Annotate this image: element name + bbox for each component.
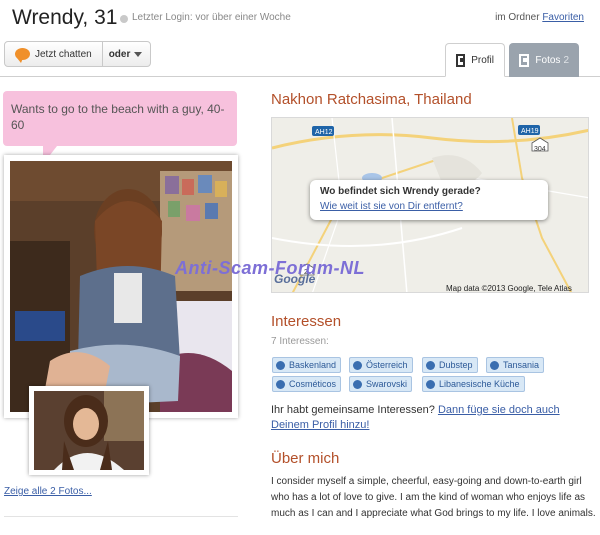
music-icon: [426, 360, 435, 370]
tab-profil-label: Profil: [471, 54, 494, 66]
thumbnail-photo[interactable]: [34, 391, 144, 470]
online-status-dot: [120, 15, 128, 23]
globe-icon: [490, 360, 499, 370]
oder-label: oder: [108, 48, 131, 60]
map-label-ah19: AH19: [521, 128, 539, 135]
interest-tag-baskenland[interactable]: Baskenland: [272, 357, 342, 373]
about-text: I consider myself a simple, cheerful, ea…: [271, 476, 596, 519]
tab-fotos-label: Fotos: [535, 54, 561, 66]
chat-bubble-icon: [15, 48, 30, 63]
distance-link[interactable]: Wie weit ist sie von Dir entfernt?: [320, 201, 463, 212]
tab-fotos[interactable]: Fotos 2: [509, 43, 579, 77]
last-login-text: Letzter Login: vor über einer Woche: [132, 12, 291, 23]
interest-tag-dubstep[interactable]: Dubstep: [422, 357, 478, 373]
chat-button-group: Jetzt chatten oder: [4, 41, 152, 67]
profile-card-icon: [456, 53, 466, 67]
interest-tag-swarovski[interactable]: Swarovski: [349, 376, 413, 392]
map-label-ah12: AH12: [315, 129, 333, 136]
main-profile-photo[interactable]: [10, 161, 232, 412]
globe-icon: [353, 360, 362, 370]
watermark-text: Anti-Scam-Forum-NL: [175, 258, 365, 278]
left-column-divider: [4, 516, 238, 517]
profile-name-age: Wrendy, 31: [12, 6, 118, 29]
interest-tag-label: Cosméticos: [289, 379, 337, 389]
map-copyright: Map data ©2013 Google, Tele Atlas: [446, 284, 572, 293]
interest-tag-label: Dubstep: [439, 360, 473, 370]
show-all-photos-link[interactable]: Zeige alle 2 Fotos...: [4, 486, 92, 497]
more-actions-dropdown[interactable]: oder: [103, 42, 151, 66]
chevron-down-icon: [134, 51, 143, 57]
common-interests-question: Ihr habt gemeinsame Interessen?: [271, 404, 435, 416]
map-label-304: 304: [534, 146, 546, 153]
interests-count: 7 Interessen:: [271, 336, 329, 347]
folder-prefix: im Ordner: [495, 12, 540, 23]
interest-tag-label: Baskenland: [289, 360, 337, 370]
favorites-link[interactable]: Favoriten: [542, 12, 584, 23]
tab-profil[interactable]: Profil: [445, 43, 505, 77]
map-info-popup: Wo befindet sich Wrendy gerade? Wie weit…: [310, 180, 548, 220]
food-icon: [426, 379, 435, 389]
fotos-count: 2: [563, 54, 569, 66]
globe-icon: [276, 360, 285, 370]
interest-tag-label: Tansania: [503, 360, 540, 370]
interest-tag-oesterreich[interactable]: Österreich: [349, 357, 413, 373]
about-heading: Über mich: [271, 450, 340, 467]
status-message-bubble: Wants to go to the beach with a guy, 40-…: [3, 91, 237, 146]
main-photo-frame: [4, 155, 238, 418]
clock-icon: [276, 379, 285, 389]
map-popup-question: Wo befindet sich Wrendy gerade?: [320, 186, 481, 197]
photos-icon: [519, 53, 530, 67]
clock-icon: [353, 379, 362, 389]
folder-info: im Ordner Favoriten: [495, 12, 584, 23]
common-interests-text: Ihr habt gemeinsame Interessen? Dann füg…: [271, 403, 571, 433]
location-heading: Nakhon Ratchasima, Thailand: [271, 91, 472, 108]
interest-tag-label: Libanesische Küche: [439, 379, 520, 389]
chat-now-label: Jetzt chatten: [35, 48, 92, 60]
interest-tag-tansania[interactable]: Tansania: [486, 357, 545, 373]
interest-tag-label: Österreich: [366, 360, 408, 370]
thumbnail-frame: [29, 386, 149, 475]
interest-tag-label: Swarovski: [366, 379, 408, 389]
interest-tag-cosmeticos[interactable]: Cosméticos: [272, 376, 342, 392]
interests-heading: Interessen: [271, 313, 342, 330]
chat-now-button[interactable]: Jetzt chatten: [5, 42, 103, 66]
interest-tag-libanesische-kueche[interactable]: Libanesische Küche: [422, 376, 525, 392]
